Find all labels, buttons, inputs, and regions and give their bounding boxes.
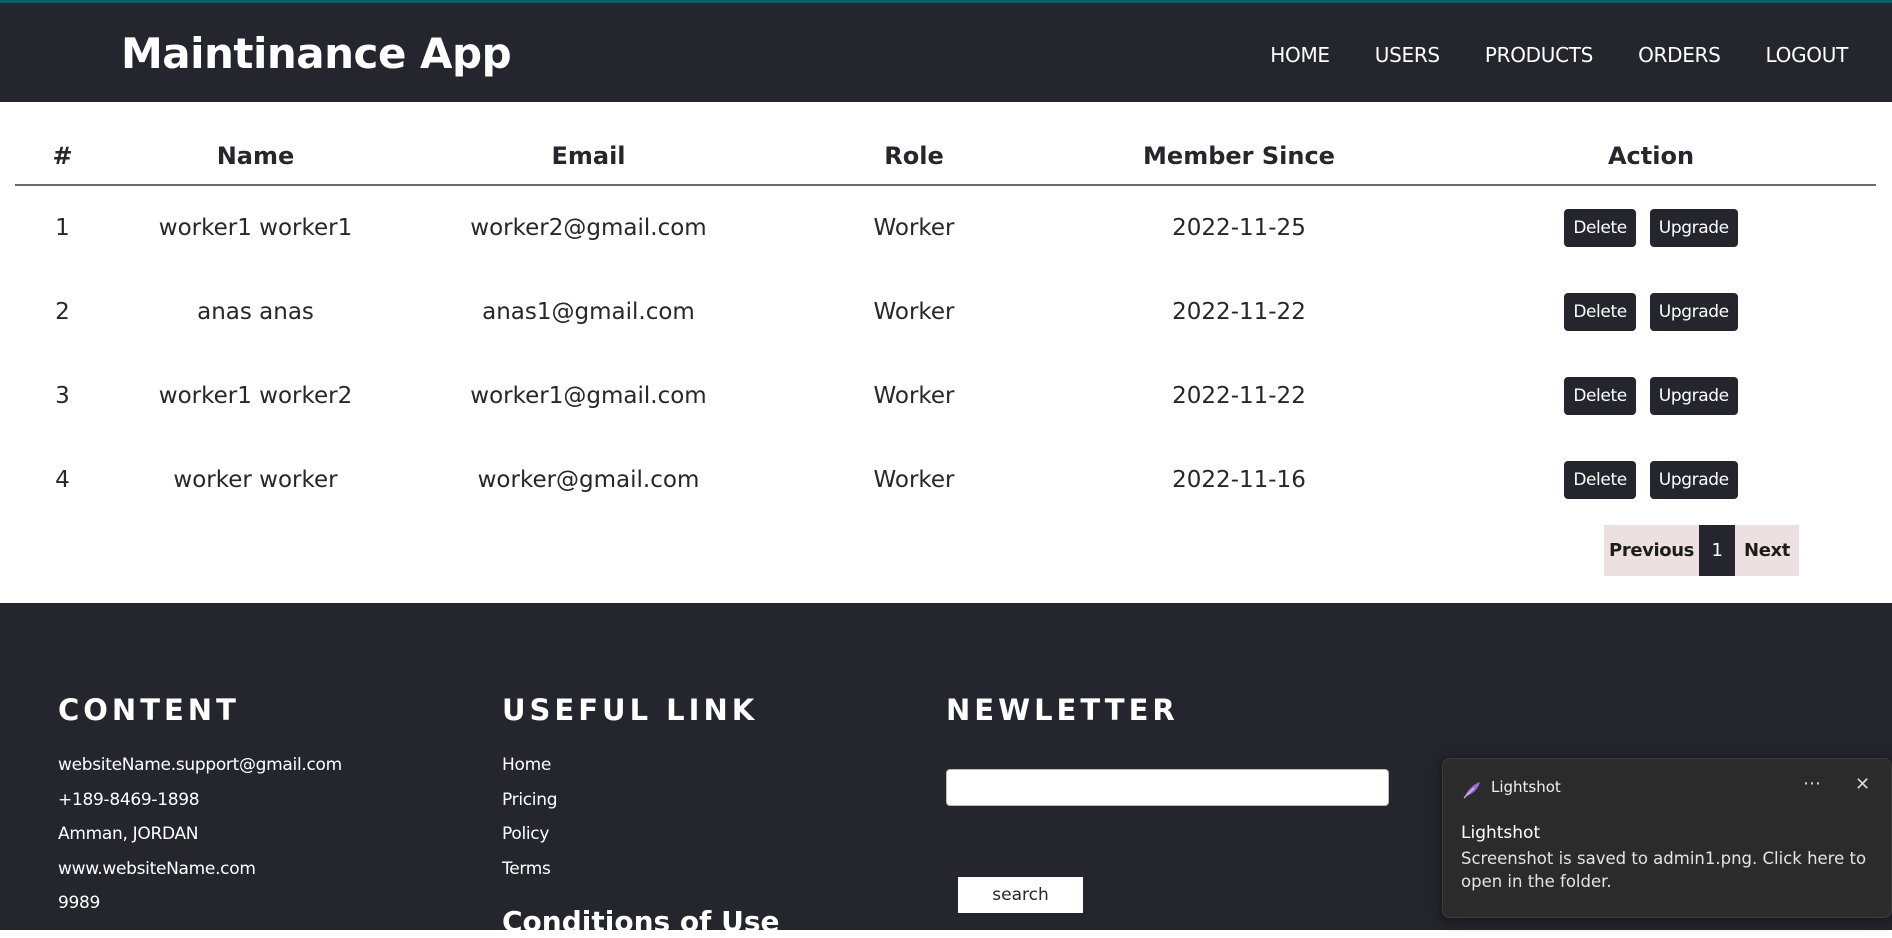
action-cell: Delete Upgrade <box>1426 354 1876 438</box>
member-since: 2022-11-22 <box>1172 383 1306 409</box>
row-number: 4 <box>55 467 70 493</box>
column-header-member-since: Member Since <box>1052 128 1426 186</box>
footer-content-heading: CONTENT <box>58 693 240 727</box>
column-header-email: Email <box>401 128 776 186</box>
toast-app-name: Lightshot <box>1491 778 1561 796</box>
footer-links-column: USEFUL LINK Home Pricing Policy Terms <box>502 693 758 893</box>
app-title[interactable]: Maintinance App <box>121 29 512 78</box>
footer-address: Amman, JORDAN <box>58 824 199 844</box>
table-row: 4 worker worker worker@gmail.com Worker … <box>15 438 1876 522</box>
lightshot-notification[interactable]: Lightshot ⋯ ✕ Lightshot Screenshot is sa… <box>1442 758 1892 918</box>
user-role: Worker <box>873 383 955 409</box>
table-header-row: # Name Email Role Member Since Action <box>15 128 1876 186</box>
action-cell: Delete Upgrade <box>1426 185 1876 270</box>
user-role: Worker <box>873 215 955 241</box>
more-icon[interactable]: ⋯ <box>1803 773 1822 794</box>
row-number: 2 <box>55 299 70 325</box>
nav-home-link[interactable]: HOME <box>1270 43 1330 67</box>
footer-content-column: CONTENT websiteName.support@gmail.com +1… <box>58 693 342 928</box>
footer-link-pricing[interactable]: Pricing <box>502 790 758 825</box>
footer-link-home[interactable]: Home <box>502 755 758 790</box>
feather-icon <box>1463 782 1480 799</box>
delete-button[interactable]: Delete <box>1564 461 1636 499</box>
newsletter-search-button[interactable]: search <box>958 877 1083 913</box>
nav-logout-link[interactable]: LOGOUT <box>1766 43 1849 67</box>
user-name: worker1 worker2 <box>158 383 353 409</box>
footer-website: www.websiteName.com <box>58 858 256 879</box>
table-row: 2 anas anas anas1@gmail.com Worker 2022-… <box>15 270 1876 354</box>
footer-links-heading: USEFUL LINK <box>502 693 759 727</box>
footer-code: 9989 <box>58 893 101 913</box>
nav-products-link[interactable]: PRODUCTS <box>1485 43 1594 67</box>
users-table: # Name Email Role Member Since Action 1 … <box>15 128 1876 522</box>
member-since: 2022-11-16 <box>1172 467 1306 493</box>
page-1-button[interactable]: 1 <box>1699 525 1735 576</box>
user-name: anas anas <box>197 299 314 325</box>
footer-newsletter-heading: NEWLETTER <box>946 693 1179 727</box>
table-row: 3 worker1 worker2 worker1@gmail.com Work… <box>15 354 1876 438</box>
user-email: anas1@gmail.com <box>482 299 695 325</box>
nav-users-link[interactable]: USERS <box>1375 43 1440 67</box>
delete-button[interactable]: Delete <box>1564 377 1636 415</box>
upgrade-button[interactable]: Upgrade <box>1649 377 1738 415</box>
member-since: 2022-11-22 <box>1172 299 1306 325</box>
user-role: Worker <box>873 467 955 493</box>
row-number: 1 <box>55 215 70 241</box>
newsletter-input[interactable] <box>946 769 1389 806</box>
navbar: Maintinance App HOME USERS PRODUCTS ORDE… <box>0 0 1892 102</box>
column-header-number: # <box>15 128 110 186</box>
pagination: Previous 1 Next <box>1604 525 1799 576</box>
user-role: Worker <box>873 299 955 325</box>
footer-link-policy[interactable]: Policy <box>502 824 758 859</box>
column-header-name: Name <box>110 128 401 186</box>
user-name: worker worker <box>173 467 338 493</box>
column-header-role: Role <box>776 128 1052 186</box>
toast-message[interactable]: Screenshot is saved to admin1.png. Click… <box>1461 847 1881 893</box>
upgrade-button[interactable]: Upgrade <box>1649 209 1738 247</box>
action-cell: Delete Upgrade <box>1426 438 1876 522</box>
conditions-of-use-heading: Conditions of Use <box>502 905 780 938</box>
nav-links: HOME USERS PRODUCTS ORDERS LOGOUT <box>1270 43 1848 67</box>
close-icon[interactable]: ✕ <box>1855 774 1870 795</box>
toast-title: Lightshot <box>1461 823 1541 843</box>
action-cell: Delete Upgrade <box>1426 270 1876 354</box>
next-page-button[interactable]: Next <box>1735 525 1799 576</box>
footer-link-terms[interactable]: Terms <box>502 859 758 894</box>
row-number: 3 <box>55 383 70 409</box>
column-header-action: Action <box>1426 128 1876 186</box>
footer-phone: +189-8469-1898 <box>58 789 200 810</box>
user-email: worker@gmail.com <box>477 467 700 493</box>
delete-button[interactable]: Delete <box>1564 209 1636 247</box>
upgrade-button[interactable]: Upgrade <box>1649 461 1738 499</box>
nav-orders-link[interactable]: ORDERS <box>1638 43 1721 67</box>
footer-newsletter-column: NEWLETTER <box>946 693 1179 755</box>
upgrade-button[interactable]: Upgrade <box>1649 293 1738 331</box>
previous-page-button[interactable]: Previous <box>1604 525 1699 576</box>
delete-button[interactable]: Delete <box>1564 293 1636 331</box>
user-email: worker2@gmail.com <box>470 215 707 241</box>
user-email: worker1@gmail.com <box>470 383 707 409</box>
table-row: 1 worker1 worker1 worker2@gmail.com Work… <box>15 185 1876 270</box>
footer-email: websiteName.support@gmail.com <box>58 755 342 775</box>
member-since: 2022-11-25 <box>1172 215 1306 241</box>
user-name: worker1 worker1 <box>158 215 353 241</box>
